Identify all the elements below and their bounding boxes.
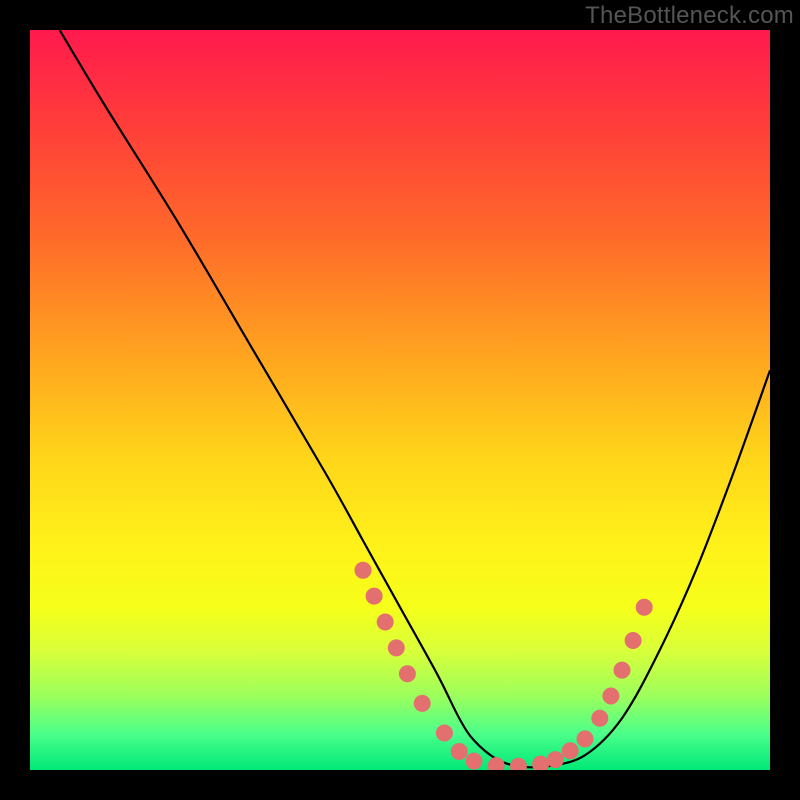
data-marker: [625, 633, 641, 649]
marker-group: [355, 562, 652, 770]
watermark-text: TheBottleneck.com: [585, 2, 794, 30]
data-marker: [562, 743, 578, 759]
data-marker: [510, 758, 526, 770]
data-marker: [533, 756, 549, 770]
chart-svg: [30, 30, 770, 770]
data-marker: [388, 640, 404, 656]
data-marker: [466, 753, 482, 769]
data-marker: [488, 758, 504, 770]
data-marker: [547, 752, 563, 768]
data-marker: [414, 695, 430, 711]
data-marker: [355, 562, 371, 578]
data-marker: [366, 588, 382, 604]
data-marker: [636, 599, 652, 615]
data-marker: [603, 688, 619, 704]
data-marker: [451, 744, 467, 760]
chart-frame: TheBottleneck.com: [0, 0, 800, 800]
curve-path: [60, 30, 770, 767]
data-marker: [592, 710, 608, 726]
data-marker: [614, 662, 630, 678]
data-marker: [436, 725, 452, 741]
data-marker: [399, 666, 415, 682]
data-marker: [377, 614, 393, 630]
plot-area: [30, 30, 770, 770]
data-marker: [577, 731, 593, 747]
